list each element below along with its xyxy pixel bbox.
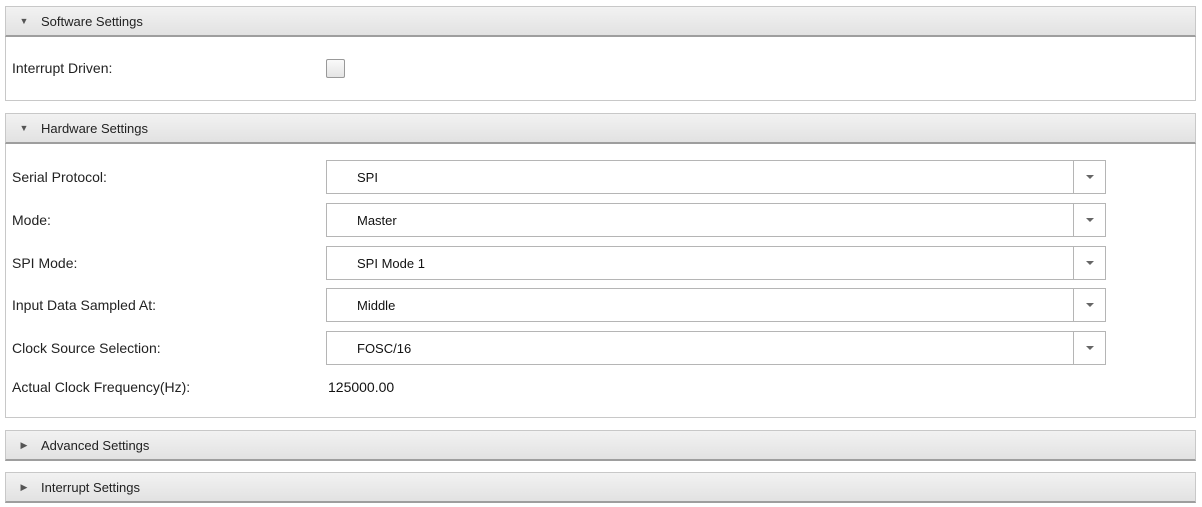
- serial-protocol-dropdown-button[interactable]: [1073, 161, 1105, 193]
- clock-source-select[interactable]: FOSC/16: [326, 331, 1106, 365]
- mode-row: Mode: Master: [6, 203, 1195, 237]
- interrupt-driven-label: Interrupt Driven:: [12, 60, 113, 76]
- interrupt-settings-header[interactable]: ▶ Interrupt Settings: [5, 472, 1196, 503]
- input-sampled-row: Input Data Sampled At: Middle: [6, 288, 1195, 322]
- chevron-down-icon: [1085, 218, 1094, 222]
- serial-protocol-select[interactable]: SPI: [326, 160, 1106, 194]
- mode-value: Master: [357, 212, 397, 228]
- chevron-down-icon: [1085, 175, 1094, 179]
- interrupt-driven-row: Interrupt Driven:: [6, 51, 1195, 85]
- software-settings-header[interactable]: ▼ Software Settings: [5, 6, 1196, 37]
- clock-source-value: FOSC/16: [357, 340, 412, 356]
- clock-source-label: Clock Source Selection:: [12, 340, 161, 356]
- software-settings-body: Interrupt Driven:: [5, 37, 1196, 101]
- spi-mode-select[interactable]: SPI Mode 1: [326, 246, 1106, 280]
- input-sampled-dropdown-button[interactable]: [1073, 289, 1105, 321]
- serial-protocol-value: SPI: [357, 169, 378, 185]
- interrupt-settings-title: Interrupt Settings: [41, 479, 140, 495]
- spi-mode-label: SPI Mode:: [12, 255, 78, 271]
- chevron-down-icon: [1085, 303, 1094, 307]
- serial-protocol-row: Serial Protocol: SPI: [6, 160, 1195, 194]
- spi-mode-value: SPI Mode 1: [357, 255, 425, 271]
- advanced-settings-header[interactable]: ▶ Advanced Settings: [5, 430, 1196, 461]
- input-sampled-value: Middle: [357, 297, 396, 313]
- advanced-settings-title: Advanced Settings: [41, 437, 150, 453]
- expanded-triangle-icon: ▼: [19, 123, 29, 133]
- input-sampled-select[interactable]: Middle: [326, 288, 1106, 322]
- clock-source-dropdown-button[interactable]: [1073, 332, 1105, 364]
- hardware-settings-body: Serial Protocol: SPI Mode: Master SPI Mo…: [5, 144, 1196, 418]
- input-sampled-label: Input Data Sampled At:: [12, 297, 156, 313]
- expanded-triangle-icon: ▼: [19, 16, 29, 26]
- collapsed-triangle-icon: ▶: [20, 439, 28, 450]
- spi-mode-dropdown-button[interactable]: [1073, 247, 1105, 279]
- chevron-down-icon: [1085, 261, 1094, 265]
- hardware-settings-header[interactable]: ▼ Hardware Settings: [5, 113, 1196, 144]
- mode-label: Mode:: [12, 212, 51, 228]
- spi-mode-row: SPI Mode: SPI Mode 1: [6, 246, 1195, 280]
- clock-source-row: Clock Source Selection: FOSC/16: [6, 331, 1195, 365]
- clock-frequency-label: Actual Clock Frequency(Hz):: [12, 379, 191, 395]
- software-settings-title: Software Settings: [41, 13, 143, 29]
- serial-protocol-label: Serial Protocol:: [12, 169, 107, 185]
- collapsed-triangle-icon: ▶: [20, 481, 28, 492]
- clock-frequency-row: Actual Clock Frequency(Hz): 125000.00: [6, 370, 1195, 404]
- mode-select[interactable]: Master: [326, 203, 1106, 237]
- interrupt-driven-checkbox[interactable]: [326, 59, 345, 78]
- clock-frequency-value: 125000.00: [328, 379, 395, 395]
- chevron-down-icon: [1085, 346, 1094, 350]
- hardware-settings-title: Hardware Settings: [41, 120, 148, 136]
- mode-dropdown-button[interactable]: [1073, 204, 1105, 236]
